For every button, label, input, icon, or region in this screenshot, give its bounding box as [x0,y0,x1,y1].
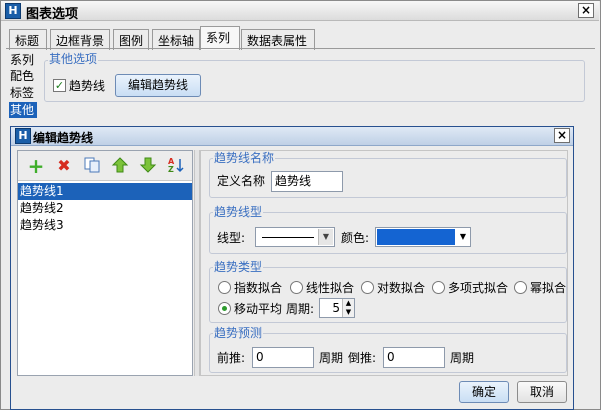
trend-forecast-legend: 趋势预测 [213,326,264,340]
nav-item-labels[interactable]: 标签 [9,85,37,101]
tab-axis[interactable]: 坐标轴 [152,29,200,50]
tab-datatable-props[interactable]: 数据表属性 [241,29,315,50]
copy-icon[interactable] [82,156,102,176]
radio-polynomial[interactable] [432,281,445,294]
svg-text:Z: Z [168,165,174,174]
radio-exponential-label: 指数拟合 [234,281,283,295]
outer-title-bar: H 图表选项 × [1,1,599,22]
spin-down-icon[interactable]: ▼ [342,308,354,317]
color-dropdown-icon[interactable]: ▼ [456,229,470,245]
trend-type-legend: 趋势类型 [213,260,264,274]
color-select[interactable]: ▼ [375,227,471,247]
period-label: 周期: [286,302,315,316]
color-swatch [377,229,455,245]
radio-power-label: 幂拟合 [530,281,567,295]
app-icon: H [15,128,31,144]
tab-border-background[interactable]: 边框背景 [50,29,110,50]
trendline-settings-pane: 趋势线名称 定义名称 趋势线 趋势线型 线型: ▼ 颜色: ▼ 趋势类型 指数拟… [200,150,568,376]
edit-trendline-button[interactable]: 编辑趋势线 [115,74,201,97]
outer-dialog-title: 图表选项 [26,7,79,22]
app-icon: H [5,3,21,19]
trendline-checkbox[interactable]: ✓ [53,79,66,92]
list-item-trendline-3[interactable]: 趋势线3 [18,217,192,234]
list-item-trendline-2[interactable]: 趋势线2 [18,200,192,217]
period-spinner[interactable]: 5 ▲ ▼ [319,298,355,318]
nav-item-series[interactable]: 系列 [9,52,37,68]
backward-input[interactable]: 0 [383,347,445,368]
trendline-list-pane: + ✖ AZ 趋势线1 趋势线2 趋势线3 [17,150,193,376]
radio-linear[interactable] [290,281,303,294]
backward-unit: 周期 [450,351,475,365]
move-down-icon[interactable] [138,156,158,176]
spin-up-icon[interactable]: ▲ [342,299,354,308]
radio-power[interactable] [514,281,527,294]
radio-linear-label: 线性拟合 [306,281,355,295]
radio-logarithmic-label: 对数拟合 [377,281,426,295]
forward-input[interactable]: 0 [252,347,314,368]
tab-series[interactable]: 系列 [200,26,240,50]
inner-dialog-title: 编辑趋势线 [33,131,94,145]
sort-icon[interactable]: AZ [166,156,186,176]
forward-label: 前推: [217,351,246,365]
add-icon[interactable]: + [26,156,46,176]
line-type-select[interactable]: ▼ [255,227,335,247]
other-options-legend: 其他选项 [48,52,99,66]
tab-title[interactable]: 标题 [9,29,47,50]
ok-button[interactable]: 确定 [459,381,509,403]
outer-close-icon[interactable]: × [578,3,594,18]
trendline-checkbox-label: 趋势线 [69,79,106,93]
backward-label: 倒推: [348,351,377,365]
tab-legend[interactable]: 图例 [113,29,149,50]
tab-divider [6,48,595,49]
list-item-trendline-1[interactable]: 趋势线1 [18,183,192,200]
cancel-button[interactable]: 取消 [517,381,567,403]
radio-logarithmic[interactable] [361,281,374,294]
color-label: 颜色: [341,231,370,245]
radio-moving-average[interactable] [218,302,231,315]
name-input[interactable]: 趋势线 [271,171,343,192]
line-type-label: 线型: [217,231,246,245]
trendline-name-legend: 趋势线名称 [213,151,276,165]
trendline-style-legend: 趋势线型 [213,205,264,219]
delete-icon[interactable]: ✖ [54,156,74,176]
line-dropdown-icon[interactable]: ▼ [318,229,333,245]
nav-item-other[interactable]: 其他 [9,102,37,118]
period-value: 5 [332,301,340,315]
inner-close-icon[interactable]: × [554,128,570,143]
forward-unit: 周期 [319,351,344,365]
edit-trendline-dialog: H 编辑趋势线 × + ✖ AZ 趋势线1 趋势线2 趋势线3 趋势线名称 定义… [10,126,574,410]
name-label: 定义名称 [217,174,266,188]
radio-polynomial-label: 多项式拟合 [448,281,509,295]
trendline-toolbar: + ✖ AZ [18,151,192,181]
radio-moving-average-label: 移动平均 [234,302,283,316]
line-sample [262,237,314,238]
move-up-icon[interactable] [110,156,130,176]
radio-exponential[interactable] [218,281,231,294]
nav-item-colors[interactable]: 配色 [9,68,37,84]
inner-title-bar: H 编辑趋势线 × [11,127,573,146]
